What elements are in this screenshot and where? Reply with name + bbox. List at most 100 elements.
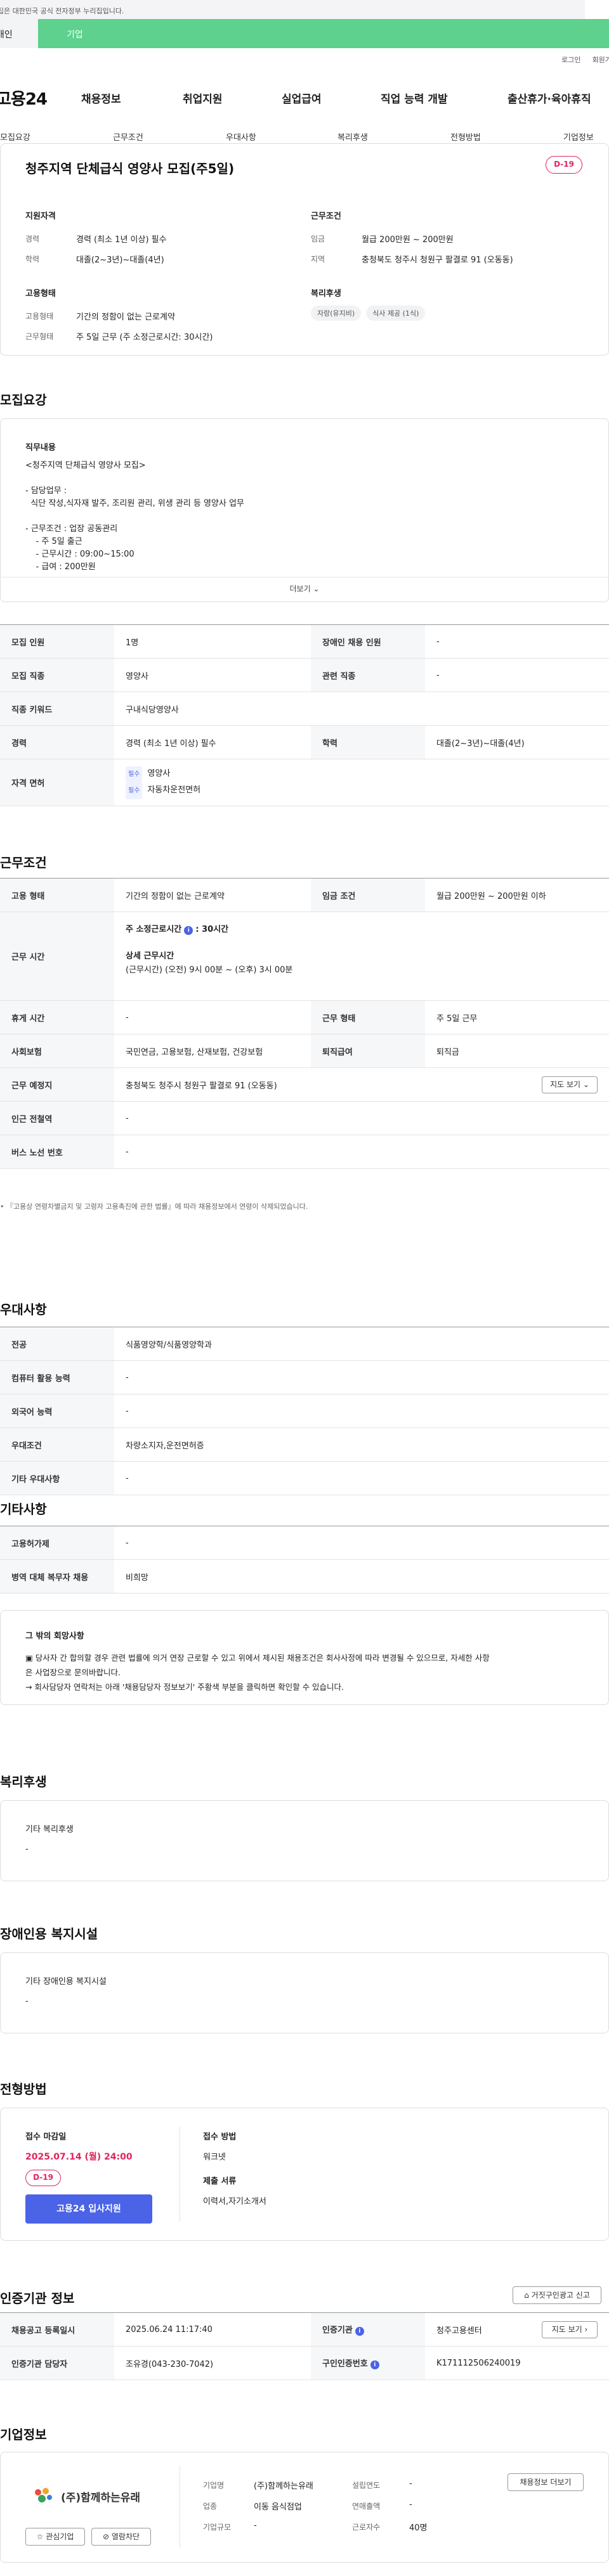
report-button-label: 거짓구인광고 신고 xyxy=(531,2291,590,2300)
recruit-td: 영양사 xyxy=(114,658,311,692)
section-heading-other: 기타사항 xyxy=(0,1502,47,1517)
pref-td: - xyxy=(114,1360,609,1394)
deadline-label: 접수 마감일 xyxy=(25,2132,67,2142)
work-td: 기간의 정함이 없는 근로계약 xyxy=(114,878,311,912)
recruit-th: 모집 직종 xyxy=(0,658,114,692)
pref-table: 전공 식품영양학/식품영양학과 컴퓨터 활용 능력 - 외국어 능력 - 우대조건 차량… xyxy=(0,1327,609,1495)
agency-th-label: 구인인증번호 xyxy=(322,2359,368,2369)
section-heading-work: 근무조건 xyxy=(0,855,47,870)
company-td: 이동 음식점업 xyxy=(254,2502,302,2512)
apply-button[interactable]: 고용24 입사지원 xyxy=(25,2194,152,2224)
snav-recruit[interactable]: 모집요강 xyxy=(0,131,30,143)
agency-th-label: 인증기관 xyxy=(322,2326,353,2335)
company-td: (주)함께하는유래 xyxy=(254,2482,313,2491)
work-th: 사회보험 xyxy=(0,1034,114,1068)
welfare-heading: 복리후생 xyxy=(311,289,341,299)
favorite-company-button[interactable]: ☆ 관심기업 xyxy=(25,2528,85,2546)
work-th: 근무 예정지 xyxy=(0,1067,114,1102)
tab-personal[interactable]: 개인 xyxy=(0,19,38,48)
work-td: 퇴직금 xyxy=(425,1034,609,1068)
gnb-unemployment-benefit[interactable]: 실업급여 xyxy=(282,90,322,106)
recruit-th: 학력 xyxy=(311,725,425,759)
more-label: 더보기 xyxy=(289,584,311,593)
recruit-th: 모집 인원 xyxy=(0,624,114,659)
docs-label: 제출 서류 xyxy=(203,2177,237,2186)
welfare-chip: 자랑(유지비) xyxy=(311,306,362,321)
block-icon: ⊘ xyxy=(102,2532,110,2541)
more-button[interactable]: 더보기 ⌄ xyxy=(279,583,330,594)
gnb-skill-development[interactable]: 직업 능력 개발 xyxy=(381,90,448,106)
job-desc-text: <청주지역 단체급식 영양사 모집> - 담당업무 : 식단 작성,식자재 발주… xyxy=(25,461,244,570)
tab-company[interactable]: 기업 xyxy=(38,19,609,48)
required-badge: 필수 xyxy=(126,766,143,783)
pref-td: - xyxy=(114,1394,609,1428)
block-label: 열람차단 xyxy=(111,2532,140,2541)
agency-th-number: 구인인증번호 i xyxy=(311,2346,425,2380)
company-th: 설립연도 xyxy=(352,2481,381,2490)
cond-wage-value: 월급 200만원 ~ 200만원 xyxy=(362,235,454,245)
disability-box-value: - xyxy=(25,1997,29,2006)
cond-region-label: 지역 xyxy=(311,255,325,264)
work-td: 주 5일 근무 xyxy=(425,1000,609,1034)
agency-table: 채용공고 등록일시 2025.06.24 11:17:40 인증기관 i 청주고용센터 지… xyxy=(0,2312,609,2380)
pref-th: 우대조건 xyxy=(0,1427,114,1462)
disability-box xyxy=(0,1952,609,2033)
recruit-table: 모집 인원 1명 장애인 채용 인원 - 모집 직종 영양사 관련 직종 - 직종 키워드 구… xyxy=(0,624,609,806)
work-location: 충청북도 청주시 청원구 팔결로 91 (오동동) xyxy=(126,1081,277,1091)
hours-value: : 30시간 xyxy=(195,924,229,934)
work-th: 버스 노선 번호 xyxy=(0,1135,114,1169)
gnb-employment-support[interactable]: 취업지원 xyxy=(183,90,223,106)
company-card xyxy=(0,2452,609,2563)
work-td: 월급 200만원 ~ 200만원 이하 xyxy=(425,878,609,912)
company-th: 업종 xyxy=(203,2502,218,2511)
block-view-button[interactable]: ⊘ 열람차단 xyxy=(91,2528,151,2546)
signup-link[interactable]: 회원가입 xyxy=(593,55,609,65)
recruit-td: - xyxy=(425,658,609,692)
method-label: 접수 방법 xyxy=(203,2132,237,2142)
section-heading-recruit: 모집요강 xyxy=(0,392,47,408)
work-th: 근무 형태 xyxy=(311,1000,425,1034)
other-table: 고용허가제 - 병역 대체 복무자 채용 비희망 xyxy=(0,1526,609,1594)
snav-welfare[interactable]: 복리후생 xyxy=(337,131,368,143)
info-icon[interactable]: i xyxy=(184,925,193,935)
recruit-td: 경력 (최소 1년 이상) 필수 xyxy=(114,725,311,759)
age-note: • 『고용상 연령차별금지 및 고령자 고용촉진에 관한 법률』에 따라 채용정… xyxy=(0,1201,308,1211)
section-heading-pref: 우대사항 xyxy=(0,1302,47,1317)
snav-screen[interactable]: 전형방법 xyxy=(450,131,481,143)
detail-hours-label: 상세 근무시간 xyxy=(126,951,174,961)
company-td: - xyxy=(254,2521,257,2530)
info-icon[interactable]: i xyxy=(370,2360,379,2369)
company-td: 40명 xyxy=(409,2523,428,2533)
agency-map-button[interactable]: 지도 보기 › xyxy=(542,2321,598,2338)
agency-th: 인증기관 담당자 xyxy=(0,2346,114,2380)
welfare-box-title: 기타 복리후생 xyxy=(25,1825,74,1834)
map-button[interactable]: 지도 보기 ⌄ xyxy=(542,1076,598,1093)
recruit-td: 구내식당영양사 xyxy=(114,692,609,726)
welfare-box-value: - xyxy=(25,1845,29,1854)
site-logo[interactable]: 고용24 xyxy=(0,86,48,110)
emp-heading: 고용형태 xyxy=(25,289,56,299)
info-icon[interactable]: i xyxy=(355,2327,364,2336)
other-th: 고용허가제 xyxy=(0,1526,114,1560)
company-jobs-button[interactable]: 채용정보 더보기 xyxy=(508,2473,584,2491)
dday-badge: D-19 xyxy=(546,156,582,174)
recruit-th: 자격 면허 xyxy=(0,759,114,806)
work-th: 근무 시간 xyxy=(0,911,114,1001)
bullet-icon: • xyxy=(0,1202,4,1211)
detail-hours-value: (근무시간) (오전) 9시 00분 ~ (오후) 3시 00분 xyxy=(126,965,293,975)
snav-company[interactable]: 기업정보 xyxy=(563,131,594,143)
deadline-date: 2025.07.14 (월) 24:00 xyxy=(25,2152,133,2162)
gnb-job-info[interactable]: 채용정보 xyxy=(81,90,121,106)
snav-work[interactable]: 근무조건 xyxy=(113,131,143,143)
agency-cert-value: 청주고용센터 xyxy=(436,2326,482,2336)
snav-pref[interactable]: 우대사항 xyxy=(226,131,256,143)
docs-value: 이력서,자기소개서 xyxy=(203,2197,266,2206)
login-link[interactable]: 로그인 xyxy=(561,55,580,65)
gnb-parental-leave[interactable]: 출산휴가·육아휴직 xyxy=(508,90,591,106)
report-button[interactable]: ⌂ 거짓구인광고 신고 xyxy=(513,2286,601,2304)
emp-shape-label: 근무형태 xyxy=(25,332,54,341)
pref-td: 차량소지자,운전면허증 xyxy=(114,1427,609,1462)
section-heading-disability: 장애인용 복지시설 xyxy=(0,1926,98,1942)
work-td: - xyxy=(114,1000,311,1034)
work-th: 고용 형태 xyxy=(0,878,114,912)
